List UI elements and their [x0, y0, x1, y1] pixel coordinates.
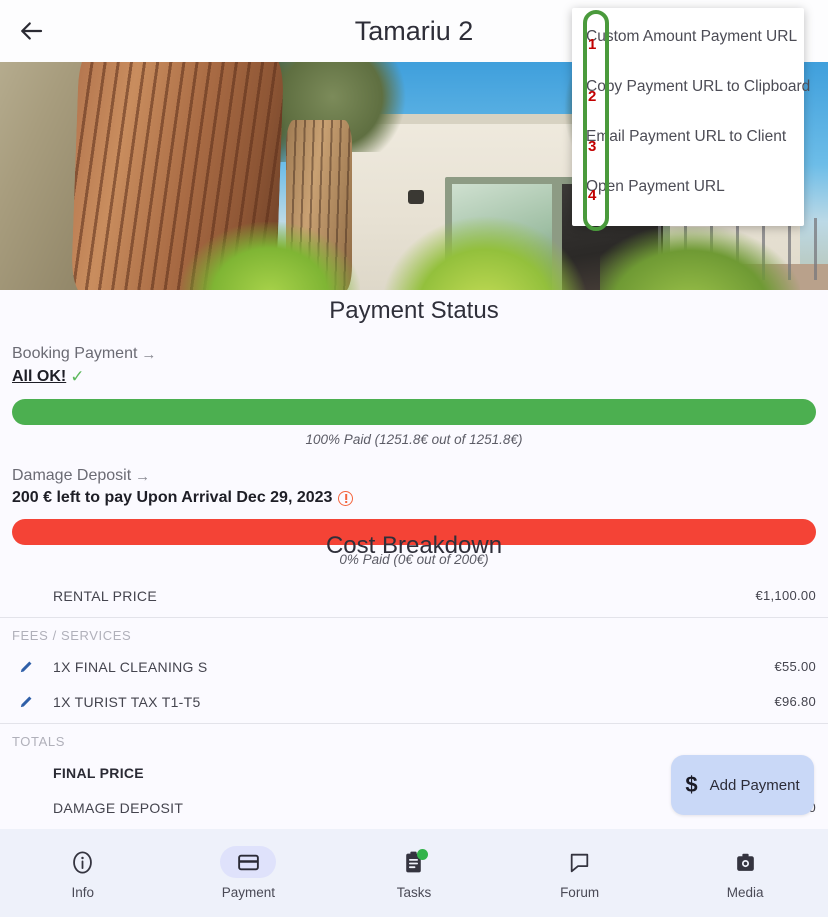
hero-foliage [180, 222, 360, 290]
menu-item-label: Email Payment URL to Client [586, 128, 787, 145]
menu-item-copy-payment-url[interactable]: Copy Payment URL to Clipboard [572, 62, 810, 112]
info-circle-icon [73, 850, 93, 874]
nav-item-payment[interactable]: Payment [166, 829, 332, 917]
app-root: Tamariu 2 Custom Amount Payment URL Copy… [0, 0, 828, 917]
payment-url-menu[interactable]: Custom Amount Payment URL Copy Payment U… [572, 8, 810, 226]
nav-label-info: Info [71, 885, 95, 900]
credit-card-icon [238, 854, 259, 870]
booking-status-text: All OK! [12, 368, 67, 385]
tasks-badge [416, 849, 428, 860]
booking-payment-progress-bar [12, 399, 816, 425]
dollar-icon: $ [685, 772, 698, 797]
booking-payment-label-row[interactable]: Booking Payment → [12, 345, 816, 363]
nav-item-forum[interactable]: Forum [497, 829, 663, 917]
nav-label-payment: Payment [221, 885, 276, 900]
totals-header: TOTALS [12, 734, 65, 749]
table-row: 1X FINAL CLEANING S €55.00 [0, 649, 828, 684]
forum-icon-wrap [552, 846, 608, 878]
booking-payment-status: All OK! ✓ [12, 367, 816, 387]
arrow-right-icon: → [135, 467, 151, 485]
nav-label-tasks: Tasks [396, 885, 432, 900]
damage-deposit-label: Damage Deposit [12, 467, 132, 484]
booking-payment-caption: 100% Paid (1251.8€ out of 1251.8€) [305, 432, 523, 447]
add-payment-label: Add Payment [709, 776, 800, 794]
fee-label: 1X TURIST TAX T1-T5 [53, 693, 201, 710]
tasks-icon-wrap [386, 846, 442, 878]
speech-bubble-icon [570, 853, 589, 872]
cost-breakdown-title: Cost Breakdown [325, 532, 503, 559]
nav-item-tasks[interactable]: Tasks [331, 829, 497, 917]
check-icon: ✓ [70, 367, 85, 386]
back-arrow-icon [21, 22, 43, 40]
media-icon-wrap [717, 846, 773, 878]
warning-circle-icon[interactable] [338, 490, 354, 506]
table-row: 1X TURIST TAX T1-T5 €96.80 [0, 684, 828, 719]
hero-foliage [600, 227, 800, 290]
damage-deposit-label-row[interactable]: Damage Deposit → [12, 467, 816, 485]
nav-label-forum: Forum [560, 885, 600, 900]
menu-item-label: Open Payment URL [586, 178, 725, 195]
fees-services-header: FEES / SERVICES [12, 628, 132, 643]
payment-icon-wrap [220, 846, 277, 878]
menu-item-email-payment-url[interactable]: Email Payment URL to Client [572, 112, 804, 162]
nav-label-media: Media [726, 885, 764, 900]
damage-deposit-status: 200 € left to pay Upon Arrival Dec 29, 2… [12, 489, 816, 507]
info-icon-wrap [55, 846, 111, 878]
hero-wall-lamp [408, 190, 424, 204]
pencil-icon[interactable] [12, 658, 41, 675]
damage-deposit-total-label: DAMAGE DEPOSIT [53, 799, 184, 816]
menu-item-label: Custom Amount Payment URL [586, 28, 798, 45]
back-button[interactable] [0, 0, 62, 62]
table-row-rental-price: RENTAL PRICE €1,100.00 [0, 578, 828, 613]
payment-status-title: Payment Status [329, 297, 499, 324]
arrow-right-icon: → [141, 345, 157, 363]
nav-item-media[interactable]: Media [662, 829, 828, 917]
fee-label: 1X FINAL CLEANING S [53, 658, 208, 675]
menu-item-open-payment-url[interactable]: Open Payment URL [572, 162, 804, 212]
add-payment-button[interactable]: $ Add Payment [671, 755, 814, 815]
bottom-navigation: Info Payment Tasks Forum Media [0, 829, 828, 917]
nav-item-info[interactable]: Info [0, 829, 166, 917]
rental-price-value: €1,100.00 [755, 588, 816, 603]
menu-item-label: Copy Payment URL to Clipboard [586, 78, 811, 95]
camera-icon [736, 853, 754, 871]
menu-item-custom-amount-payment-url[interactable]: Custom Amount Payment URL [572, 12, 804, 62]
hero-foliage [380, 215, 590, 290]
rental-price-label: RENTAL PRICE [53, 587, 157, 604]
pencil-icon[interactable] [12, 693, 41, 710]
fee-value: €55.00 [774, 659, 816, 674]
payment-status-section: Payment Status Booking Payment → All OK!… [0, 290, 828, 567]
damage-deposit-status-text: 200 € left to pay Upon Arrival Dec 29, 2… [12, 489, 333, 506]
booking-payment-block: Booking Payment → All OK! ✓ 100% Paid (1… [0, 345, 828, 447]
booking-payment-label: Booking Payment [12, 345, 138, 362]
fee-value: €96.80 [774, 694, 816, 709]
